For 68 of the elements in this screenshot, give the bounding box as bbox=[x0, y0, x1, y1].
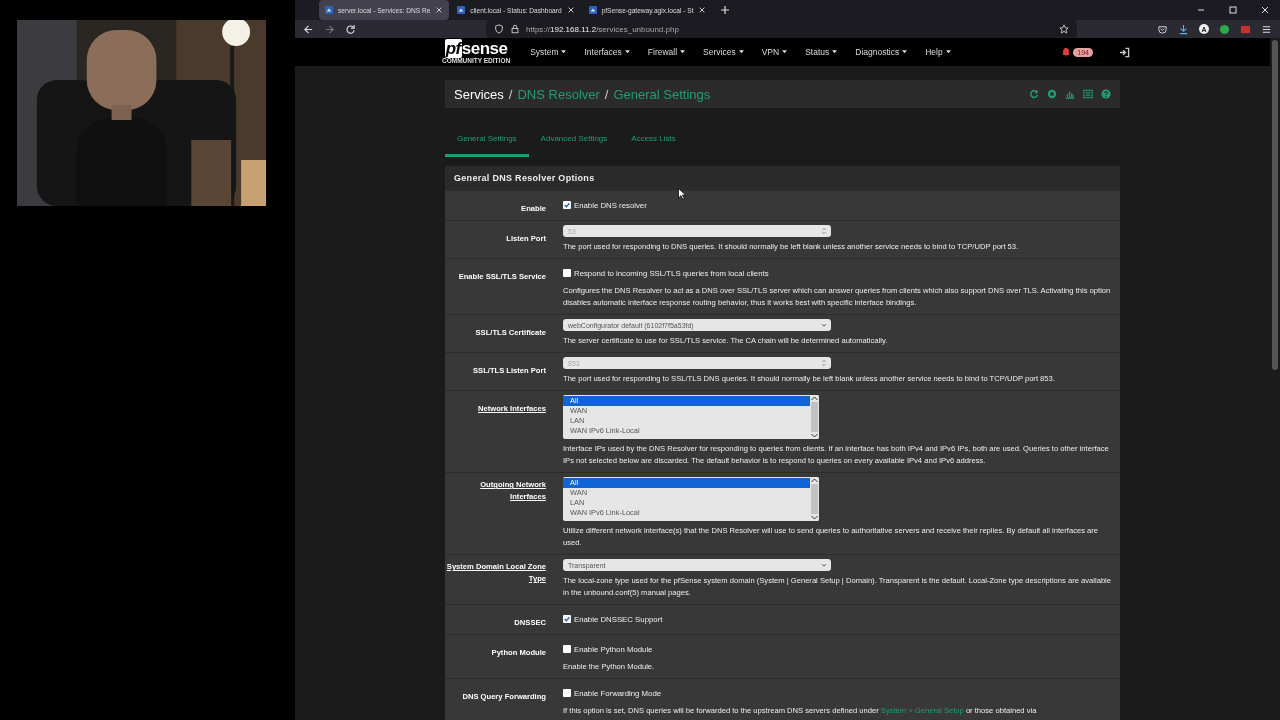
panel-title: General DNS Resolver Options bbox=[445, 166, 1120, 190]
nav-menu[interactable]: System bbox=[530, 47, 559, 57]
star-icon[interactable] bbox=[1059, 24, 1069, 34]
chart-icon[interactable] bbox=[1065, 89, 1075, 99]
settings-tab[interactable]: General Settings bbox=[445, 128, 529, 157]
close-icon[interactable] bbox=[566, 6, 575, 14]
scroll-down-icon[interactable] bbox=[810, 433, 819, 439]
extension-icon[interactable] bbox=[1240, 23, 1251, 35]
checkbox[interactable] bbox=[563, 615, 571, 623]
address-bar[interactable]: https://192.168.11.2/services_unbound.php bbox=[486, 20, 1077, 38]
caret-icon[interactable] bbox=[945, 50, 951, 54]
breadcrumb-item: Services bbox=[454, 86, 504, 102]
download-icon[interactable] bbox=[1178, 23, 1189, 35]
breadcrumb-item[interactable]: DNS Resolver bbox=[517, 86, 600, 102]
checkbox[interactable] bbox=[563, 269, 571, 277]
page-icon bbox=[588, 6, 597, 14]
help-icon[interactable] bbox=[1101, 89, 1111, 99]
checkbox[interactable] bbox=[563, 201, 571, 209]
close-icon[interactable] bbox=[698, 6, 707, 14]
caret-icon[interactable] bbox=[782, 50, 788, 54]
page-icon bbox=[457, 6, 466, 14]
caret-icon[interactable] bbox=[902, 50, 908, 54]
checkbox[interactable] bbox=[563, 689, 571, 697]
scroll-up-icon[interactable] bbox=[810, 395, 819, 401]
scrollbar[interactable] bbox=[810, 395, 819, 439]
nav-menu[interactable]: Services bbox=[703, 47, 736, 57]
settings-tab[interactable]: Access Lists bbox=[619, 128, 688, 154]
forward-icon[interactable] bbox=[324, 23, 335, 35]
back-icon[interactable] bbox=[303, 23, 314, 35]
stop-icon[interactable] bbox=[1047, 89, 1057, 99]
new-tab-icon[interactable] bbox=[720, 5, 731, 15]
breadcrumb-item[interactable]: General Settings bbox=[613, 86, 711, 102]
list-icon[interactable] bbox=[1083, 89, 1093, 99]
caret-icon[interactable] bbox=[738, 50, 744, 54]
shield-icon bbox=[494, 24, 504, 34]
caret-icon[interactable] bbox=[680, 50, 686, 54]
nav-menu[interactable]: Diagnostics bbox=[855, 47, 900, 57]
bell-icon[interactable] bbox=[1061, 47, 1072, 57]
reload-icon[interactable] bbox=[345, 23, 356, 35]
url-text: https://192.168.11.2/services_unbound.php bbox=[526, 24, 680, 34]
nav-menu[interactable]: Help bbox=[925, 47, 943, 57]
caret-icon[interactable] bbox=[561, 50, 567, 54]
caret-icon[interactable] bbox=[624, 50, 630, 54]
page-icon bbox=[325, 6, 333, 14]
caret-icon bbox=[821, 561, 827, 569]
maximize-icon[interactable] bbox=[1228, 5, 1238, 15]
menu-icon[interactable] bbox=[1261, 23, 1272, 35]
logout-icon[interactable] bbox=[1119, 46, 1130, 58]
nav-menu[interactable]: Status bbox=[805, 47, 830, 57]
close-icon[interactable] bbox=[435, 6, 444, 14]
lock-icon bbox=[510, 24, 520, 34]
caret-icon bbox=[821, 321, 827, 329]
restart-icon[interactable] bbox=[1029, 89, 1039, 99]
pocket-icon[interactable] bbox=[1157, 23, 1168, 35]
nav-menu[interactable]: Interfaces bbox=[584, 47, 622, 57]
scroll-up-icon[interactable] bbox=[810, 477, 819, 483]
caret-icon[interactable] bbox=[832, 50, 838, 54]
close-icon[interactable] bbox=[1260, 5, 1270, 15]
extension-icon[interactable] bbox=[1219, 23, 1230, 35]
scroll-down-icon[interactable] bbox=[810, 515, 819, 521]
nav-menu[interactable]: Firewall bbox=[647, 47, 678, 57]
checkbox[interactable] bbox=[563, 645, 571, 653]
breadcrumb-separator: / bbox=[604, 86, 609, 102]
mouse-pointer-icon bbox=[678, 188, 686, 200]
settings-tab[interactable]: Advanced Settings bbox=[528, 128, 620, 154]
scrollbar[interactable] bbox=[810, 477, 819, 521]
nav-menu[interactable]: VPN bbox=[761, 47, 780, 57]
breadcrumb-separator: / bbox=[508, 86, 513, 102]
